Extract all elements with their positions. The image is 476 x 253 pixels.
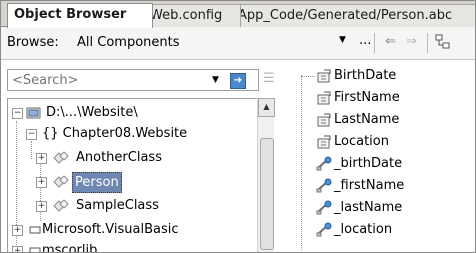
tab-object-browser[interactable]: Object Browser bbox=[7, 3, 153, 28]
members-guide-line bbox=[301, 76, 315, 77]
class-view-settings-icon[interactable] bbox=[435, 34, 451, 50]
collapse-icon[interactable]: − bbox=[26, 129, 37, 140]
document-tab-strip: App_Code/Generated/Person.abc Web.config… bbox=[1, 1, 475, 28]
tree-item-label: {} Chapter08.Website bbox=[42, 126, 188, 141]
members-guide-line bbox=[301, 75, 302, 250]
property-icon bbox=[317, 91, 331, 105]
expand-icon[interactable]: + bbox=[12, 246, 23, 252]
field-icon bbox=[316, 200, 332, 215]
tree-item-label: mscorlib bbox=[42, 243, 98, 253]
property-icon bbox=[317, 113, 331, 127]
tab-person-abc[interactable]: App_Code/Generated/Person.abc bbox=[231, 4, 475, 27]
tree-guide-line bbox=[31, 141, 32, 159]
search-go-icon[interactable]: ➔ bbox=[230, 73, 246, 89]
objects-tree[interactable]: − D:\...\Website\ − {} Chapter08.Website… bbox=[7, 98, 259, 253]
expand-icon[interactable]: + bbox=[36, 153, 47, 164]
tree-item-label: Person bbox=[72, 172, 122, 193]
chevron-down-icon[interactable]: ▼ bbox=[339, 35, 346, 45]
property-icon bbox=[317, 69, 331, 83]
clear-search-icon[interactable]: ☰ bbox=[263, 71, 275, 86]
class-icon bbox=[53, 199, 69, 212]
member-item-label: _birthDate bbox=[334, 156, 403, 171]
toolbar-divider bbox=[427, 33, 428, 53]
tree-item-label: Microsoft.VisualBasic bbox=[42, 222, 179, 237]
object-browser-window: App_Code/Generated/Person.abc Web.config… bbox=[0, 0, 476, 253]
members-list[interactable]: BirthDate FirstName LastName Location _b… bbox=[281, 61, 475, 252]
tab-label: Object Browser bbox=[14, 7, 127, 22]
scroll-up-arrow-icon[interactable]: ▲ bbox=[258, 98, 275, 117]
class-icon bbox=[53, 151, 69, 164]
member-item-label: _lastName bbox=[334, 200, 403, 215]
back-arrow-icon[interactable]: ⇐ bbox=[385, 34, 396, 49]
tab-web-config[interactable]: Web.config bbox=[143, 4, 241, 27]
collapse-icon[interactable]: − bbox=[12, 108, 23, 119]
tree-vertical-scrollbar[interactable]: ▲ bbox=[257, 98, 275, 252]
member-item-label: LastName bbox=[334, 112, 400, 127]
member-item-label: _location bbox=[334, 222, 393, 237]
member-item-label: BirthDate bbox=[334, 68, 397, 83]
field-icon bbox=[316, 178, 332, 193]
tab-label: App_Code/Generated/Person.abc bbox=[238, 8, 453, 23]
browse-scope-select[interactable]: All Components bbox=[77, 35, 335, 51]
tree-item-label: D:\...\Website\ bbox=[46, 105, 138, 120]
search-input[interactable] bbox=[8, 70, 212, 90]
browse-label: Browse: bbox=[7, 35, 59, 50]
member-item-label: FirstName bbox=[334, 90, 400, 105]
member-item-label: Location bbox=[334, 134, 389, 149]
scroll-thumb[interactable] bbox=[260, 138, 274, 250]
class-icon bbox=[53, 175, 69, 188]
field-icon bbox=[316, 156, 332, 171]
tree-item-label: AnotherClass bbox=[76, 150, 162, 165]
expand-icon[interactable]: + bbox=[12, 225, 23, 236]
expand-icon[interactable]: + bbox=[36, 201, 47, 212]
field-icon bbox=[316, 222, 332, 237]
edit-custom-components-button[interactable]: ... bbox=[359, 33, 371, 48]
chevron-down-icon[interactable]: ▼ bbox=[212, 75, 219, 85]
browse-toolbar: Browse: All Components ▼ ... ⇐ ⇒ bbox=[1, 27, 475, 60]
tab-label: Web.config bbox=[150, 8, 223, 23]
search-combobox[interactable]: ▼ ➔ bbox=[7, 69, 259, 91]
forward-arrow-icon[interactable]: ⇒ bbox=[406, 34, 417, 49]
tree-item-label: SampleClass bbox=[76, 198, 159, 213]
expand-icon[interactable]: + bbox=[36, 177, 47, 188]
toolbar-divider bbox=[374, 33, 375, 53]
member-item-label: _firstName bbox=[334, 178, 405, 193]
property-icon bbox=[317, 135, 331, 149]
project-icon bbox=[26, 107, 41, 119]
